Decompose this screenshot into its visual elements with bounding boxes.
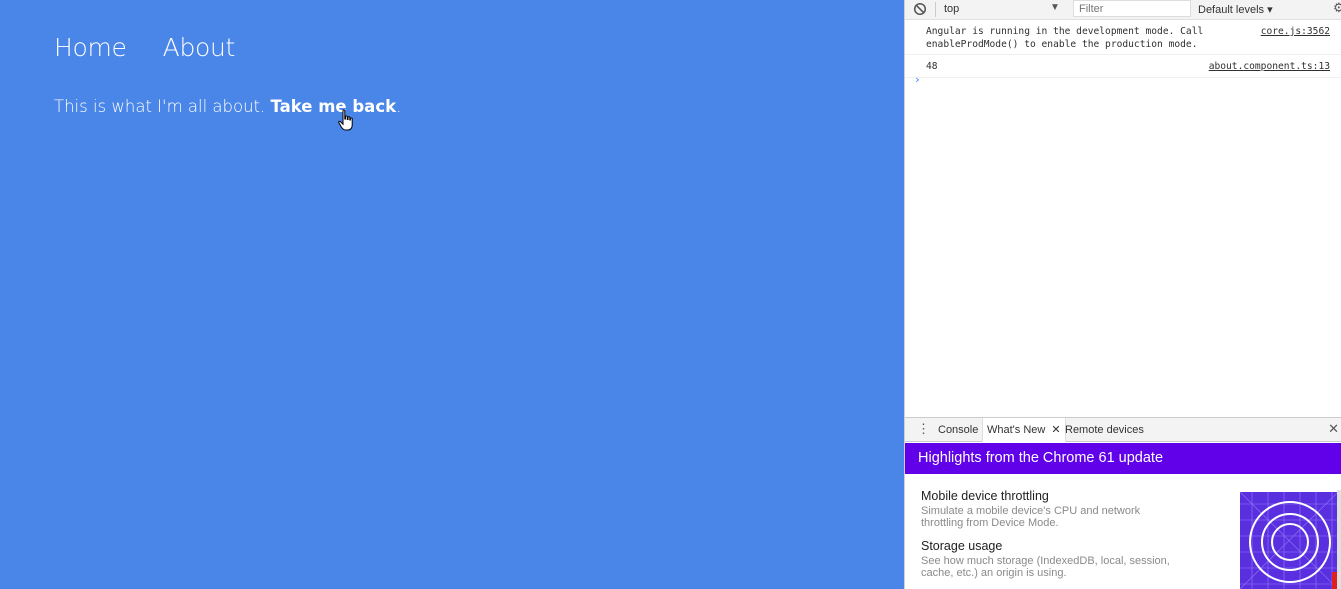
main-nav: Home About — [54, 33, 235, 62]
devtools-panel: top ▼ Default levels ▾ ⚙ Angular is runn… — [904, 0, 1341, 589]
whats-new-banner: Highlights from the Chrome 61 update — [905, 443, 1341, 474]
whats-new-feature-list: Mobile device throttling Simulate a mobi… — [921, 489, 1221, 589]
feature-description-line: throttling from Device Mode. — [921, 516, 1059, 529]
chrome-update-illustration — [1240, 492, 1338, 589]
feature-description-line: cache, etc.) an origin is using. — [921, 566, 1067, 579]
context-selector[interactable]: top — [944, 3, 959, 15]
drawer-tabbar: ⋮ Console What's New ✕ Remote devices ✕ — [905, 417, 1341, 442]
feature-description-line: See how much storage (IndexedDB, local, … — [921, 555, 1170, 567]
console-message: 48 about.component.ts:13 — [905, 55, 1341, 78]
message-source-link[interactable]: core.js:3562 — [1261, 26, 1330, 39]
feature-description-line: Simulate a mobile device's CPU and netwo… — [921, 505, 1141, 517]
console-message: Angular is running in the development mo… — [905, 20, 1341, 55]
feature-title: Mobile device throttling — [921, 489, 1049, 503]
message-text-line: enableProdMode() to enable the productio… — [926, 38, 1198, 50]
console-filter-input[interactable] — [1073, 0, 1191, 17]
message-source-link[interactable]: about.component.ts:13 — [1209, 61, 1330, 74]
app-viewport: Home About This is what I'm all about. T… — [0, 0, 904, 589]
feature-description: Simulate a mobile device's CPU and netwo… — [921, 505, 1221, 529]
context-dropdown-icon[interactable]: ▼ — [1050, 2, 1060, 13]
toolbar-divider — [935, 2, 936, 17]
close-drawer-icon[interactable]: ✕ — [1328, 421, 1339, 437]
nav-link-about[interactable]: About — [163, 33, 236, 62]
feature-title: Storage usage — [921, 539, 1003, 553]
drawer-scrollbar[interactable] — [1337, 490, 1341, 589]
nav-link-home[interactable]: Home — [54, 33, 127, 62]
console-toolbar: top ▼ Default levels ▾ ⚙ — [905, 0, 1341, 20]
drawer-menu-icon[interactable]: ⋮ — [917, 421, 930, 437]
console-settings-gear-icon[interactable]: ⚙ — [1333, 0, 1341, 16]
about-text-body: This is what I'm all about. — [54, 97, 271, 116]
log-levels-label: Default levels — [1198, 4, 1265, 16]
log-levels-dropdown[interactable]: Default levels ▾ — [1198, 3, 1273, 16]
hand-cursor-icon — [338, 109, 353, 131]
close-tab-icon[interactable]: ✕ — [1051, 424, 1060, 436]
feature-item[interactable]: Mobile device throttling Simulate a mobi… — [921, 489, 1221, 529]
feature-description: See how much storage (IndexedDB, local, … — [921, 555, 1221, 579]
console-prompt[interactable]: › — [914, 73, 921, 86]
tab-console[interactable]: Console — [938, 424, 978, 436]
take-me-back-link[interactable]: Take me back — [271, 97, 397, 116]
feature-item[interactable]: Storage usage See how much storage (Inde… — [921, 539, 1221, 579]
tab-whats-new[interactable]: What's New ✕ — [982, 418, 1066, 442]
tab-whats-new-label: What's New — [987, 424, 1046, 436]
tab-remote-devices[interactable]: Remote devices — [1065, 424, 1144, 436]
clear-console-icon[interactable] — [913, 2, 927, 16]
about-text-end: . — [396, 97, 402, 116]
console-messages: Angular is running in the development mo… — [905, 20, 1341, 78]
